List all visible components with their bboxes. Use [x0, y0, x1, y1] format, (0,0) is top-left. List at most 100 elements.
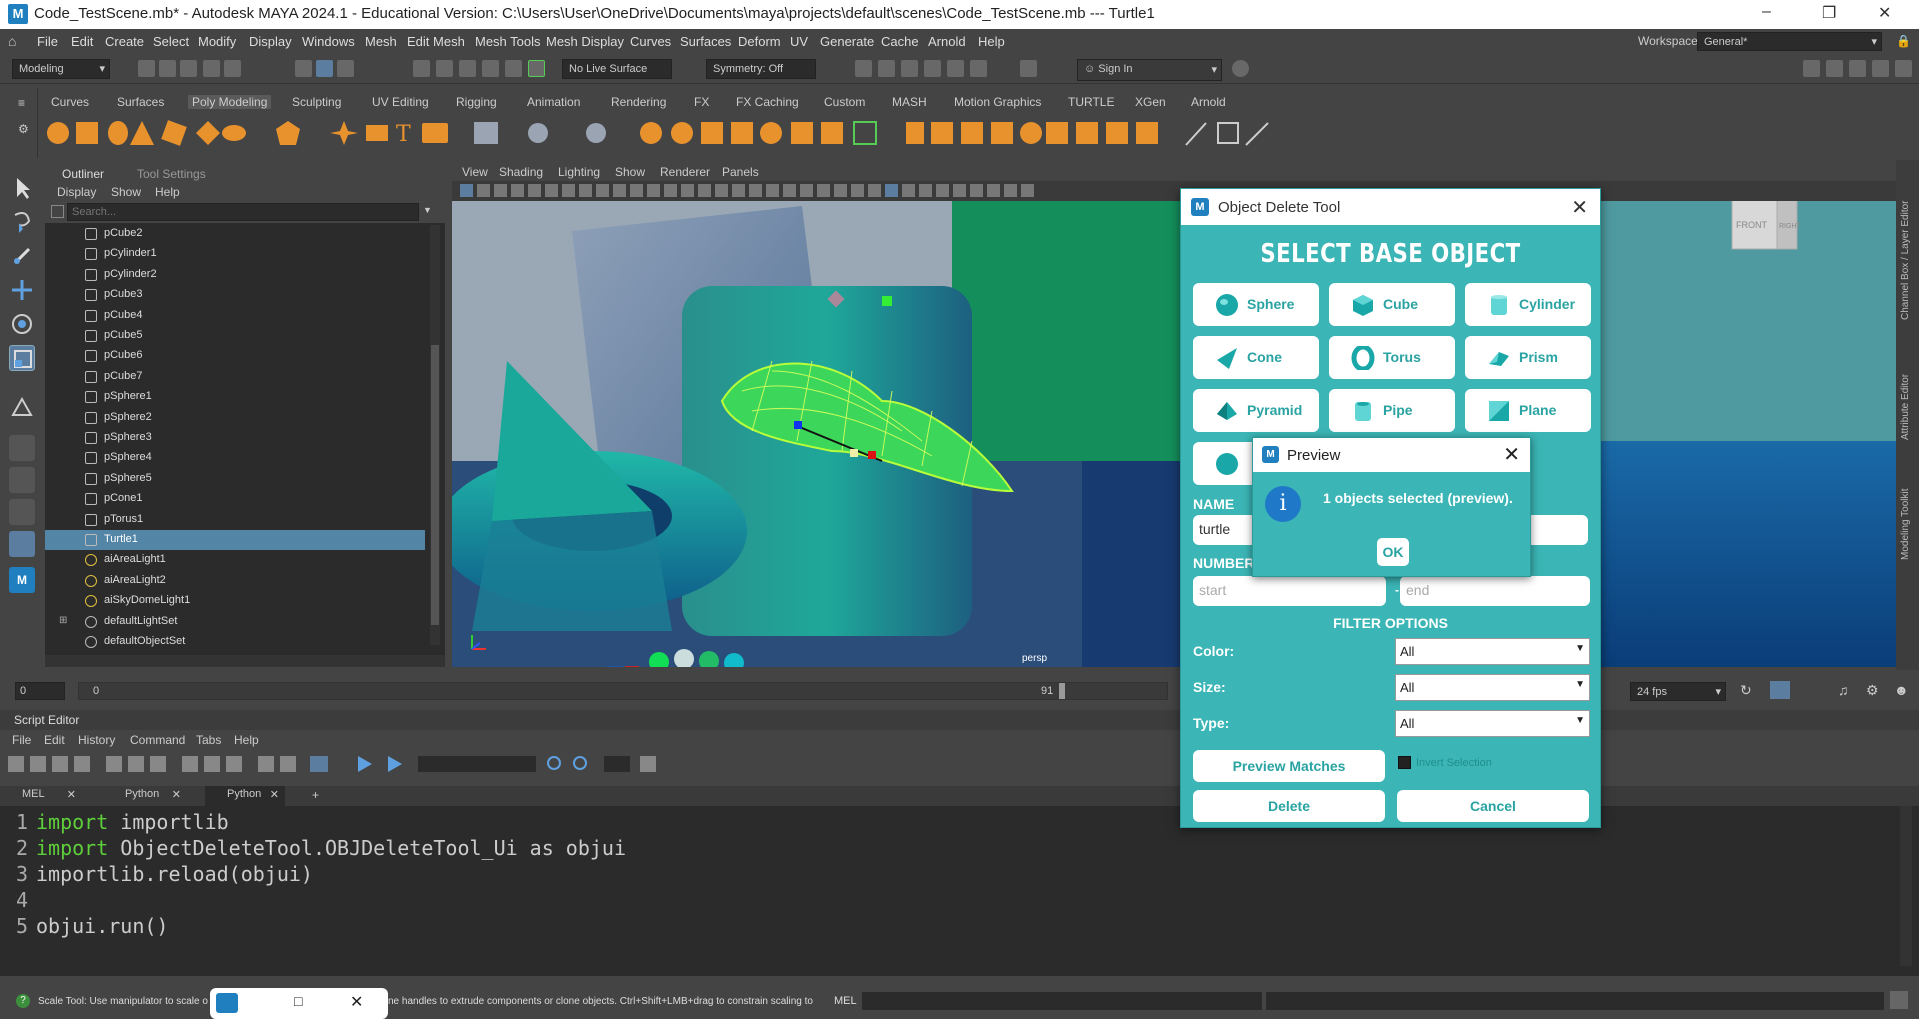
pipe-button[interactable]: Pipe — [1329, 389, 1455, 432]
taskbar-preview[interactable]: □ ✕ — [210, 988, 388, 1019]
maya-home-icon[interactable]: M — [9, 567, 35, 593]
cube-button[interactable]: Cube — [1329, 283, 1455, 326]
sound-icon[interactable]: ♫ — [1838, 682, 1849, 698]
outliner-item[interactable]: aiAreaLight1 — [45, 550, 425, 570]
outliner-item[interactable]: pCube4 — [45, 306, 425, 326]
tab-modeling-toolkit[interactable]: Modeling Toolkit — [1900, 450, 1911, 560]
lock-icon[interactable]: 🔒 — [1896, 34, 1911, 48]
render-view-icon[interactable] — [855, 60, 872, 77]
outliner-item[interactable]: pSphere4 — [45, 448, 425, 468]
two-view-icon[interactable] — [9, 499, 35, 525]
outliner-scrollbar[interactable] — [430, 225, 440, 645]
anim-prefs-icon[interactable]: ⚙ — [1866, 682, 1879, 699]
menu-select[interactable]: Select — [153, 34, 189, 49]
help-icon[interactable]: ? — [16, 994, 30, 1008]
shelf-menu-icon[interactable]: ≡ — [18, 96, 25, 110]
menu-create[interactable]: Create — [105, 34, 144, 49]
close-tab-icon[interactable]: ✕ — [270, 788, 279, 801]
tab-channel-box[interactable]: Channel Box / Layer Editor — [1900, 170, 1911, 320]
plane-button[interactable]: Plane — [1465, 389, 1591, 432]
close-icon[interactable]: ✕ — [1571, 195, 1588, 220]
outliner-item[interactable]: ⊞ defaultLightSet — [45, 612, 425, 632]
live-surface-field[interactable]: No Live Surface — [562, 59, 672, 79]
shelf-tab-mash[interactable]: MASH — [892, 95, 927, 109]
toggle-toolkit-icon[interactable] — [1895, 60, 1912, 77]
command-lang[interactable]: MEL — [834, 995, 857, 1007]
scrollbar-thumb[interactable] — [431, 345, 439, 625]
menu-edit-mesh[interactable]: Edit Mesh — [407, 34, 465, 49]
shelf-tab-animation[interactable]: Animation — [527, 95, 580, 109]
tab-outliner[interactable]: Outliner — [62, 167, 104, 181]
restore-icon[interactable]: □ — [294, 993, 302, 1009]
shelf-tab-curves[interactable]: Curves — [51, 95, 89, 109]
arnold-render-icon[interactable] — [970, 60, 987, 77]
shelf-tab-turtle[interactable]: TURTLE — [1068, 95, 1114, 109]
shelf-tab-rigging[interactable]: Rigging — [456, 95, 497, 109]
outliner-menu-show[interactable]: Show — [111, 185, 141, 199]
expand-icon[interactable]: ⊞ — [59, 615, 67, 626]
torus-button[interactable]: Torus — [1329, 336, 1455, 379]
shelf-tab-motion-graphics[interactable]: Motion Graphics — [954, 95, 1041, 109]
close-tab-icon[interactable]: ✕ — [172, 788, 181, 801]
start-frame-field[interactable]: 0 — [15, 682, 65, 700]
four-view-icon[interactable] — [9, 467, 35, 493]
menu-mesh-display[interactable]: Mesh Display — [546, 34, 624, 49]
se-menu-command[interactable]: Command — [130, 733, 185, 747]
select-component-icon[interactable] — [337, 60, 354, 77]
menu-windows[interactable]: Windows — [302, 34, 355, 49]
code-scrollbar[interactable] — [1900, 806, 1912, 966]
render-frame-icon[interactable] — [878, 60, 895, 77]
vp-menu-view[interactable]: View — [462, 165, 488, 179]
se-menu-help[interactable]: Help — [234, 733, 259, 747]
menu-file[interactable]: File — [37, 34, 58, 49]
menu-deform[interactable]: Deform — [738, 34, 781, 49]
outliner-search-input[interactable] — [67, 203, 419, 221]
menu-edit[interactable]: Edit — [71, 34, 93, 49]
hypershade-icon[interactable] — [947, 60, 964, 77]
code-editor[interactable]: 1 import importlib 2 import ObjectDelete… — [0, 806, 1919, 976]
cancel-button[interactable]: Cancel — [1397, 790, 1589, 822]
shelf-tab-rendering[interactable]: Rendering — [611, 95, 666, 109]
shelf-tab-xgen[interactable]: XGen — [1135, 95, 1166, 109]
single-view-icon[interactable] — [9, 435, 35, 461]
ipr-render-icon[interactable] — [901, 60, 918, 77]
viewcube[interactable]: FRONT RIGHT — [1731, 201, 1802, 250]
menu-surfaces[interactable]: Surfaces — [680, 34, 731, 49]
snap-grid-icon[interactable] — [413, 60, 430, 77]
symmetry-dropdown[interactable]: Symmetry: Off — [706, 59, 816, 79]
menu-generate[interactable]: Generate — [820, 34, 874, 49]
save-scene-icon[interactable] — [180, 60, 197, 77]
shelf-tab-fx[interactable]: FX — [694, 95, 709, 109]
rotate-tool-icon[interactable] — [9, 311, 35, 337]
filter-icon[interactable] — [51, 205, 64, 218]
outliner-item[interactable]: pSphere5 — [45, 469, 425, 489]
cone-button[interactable]: Cone — [1193, 336, 1319, 379]
shelf-tab-arnold[interactable]: Arnold — [1191, 95, 1226, 109]
outliner-item[interactable]: aiAreaLight2 — [45, 571, 425, 591]
outliner-item[interactable]: pCube7 — [45, 367, 425, 387]
outliner-item[interactable]: pSphere3 — [45, 428, 425, 448]
snap-curve-icon[interactable] — [436, 60, 453, 77]
shelf-tab-surfaces[interactable]: Surfaces — [117, 95, 164, 109]
range-slider[interactable]: 0 91 — [78, 682, 1168, 700]
outliner-item[interactable]: aiSkyDomeLight1 — [45, 591, 425, 611]
workspace-dropdown[interactable]: General* ▾ — [1697, 32, 1882, 51]
close-tab-icon[interactable]: ✕ — [67, 788, 76, 801]
end-input[interactable]: end — [1400, 576, 1590, 606]
tab-attribute-editor[interactable]: Attribute Editor — [1900, 330, 1911, 440]
minimize-icon[interactable]: – — [1762, 3, 1771, 21]
tab-tool-settings[interactable]: Tool Settings — [137, 167, 206, 181]
tab-mel[interactable]: MEL ✕ — [22, 788, 82, 806]
pause-icon[interactable] — [1020, 60, 1037, 77]
home-icon[interactable]: ⌂ — [8, 33, 16, 49]
sphere-button[interactable]: Sphere — [1193, 283, 1319, 326]
outliner-item[interactable]: pSphere2 — [45, 408, 425, 428]
se-menu-edit[interactable]: Edit — [44, 733, 65, 747]
outliner-item[interactable]: pCylinder1 — [45, 244, 425, 264]
toggle-channel-icon[interactable] — [1872, 60, 1889, 77]
outliner-menu-display[interactable]: Display — [57, 185, 96, 199]
menu-cache[interactable]: Cache — [881, 34, 919, 49]
menu-display[interactable]: Display — [249, 34, 292, 49]
undo-icon[interactable] — [203, 60, 220, 77]
toggle-attribute-icon[interactable] — [1849, 60, 1866, 77]
